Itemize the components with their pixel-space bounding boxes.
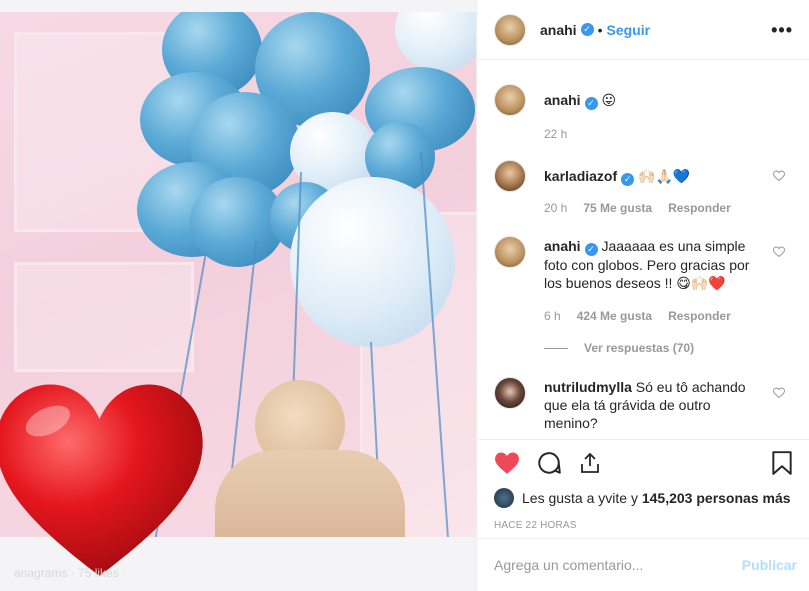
action-icons	[494, 448, 793, 478]
author-username[interactable]: anahi	[540, 22, 577, 38]
publish-button[interactable]: Publicar	[742, 557, 797, 573]
post-actions: Les gusta a yvite y 145,203 personas más…	[478, 439, 809, 531]
verified-badge-icon: ✓	[580, 23, 594, 36]
comment-like-icon[interactable]	[772, 170, 786, 185]
comment-like-icon[interactable]	[772, 246, 786, 261]
reply-button[interactable]: Responder	[668, 307, 731, 325]
author-avatar[interactable]	[494, 13, 526, 46]
replies-line	[544, 347, 568, 349]
comment-item: karladiazof ✓ 🙌🏻🙏🏻💙 20 h 75 Me gusta Resp…	[494, 160, 793, 217]
commenter-avatar[interactable]	[494, 377, 526, 409]
child-figure	[215, 380, 425, 537]
view-replies-label[interactable]: Ver respuestas (70)	[584, 341, 694, 355]
share-icon[interactable]	[578, 451, 602, 475]
liker-username[interactable]: yvite	[598, 490, 627, 506]
door-panel-bottom	[14, 262, 194, 372]
follow-button[interactable]: Seguir	[606, 22, 650, 38]
verified-badge-icon: ✓	[584, 243, 598, 256]
caption-time[interactable]: 22 h	[544, 125, 567, 143]
child-body	[215, 450, 405, 537]
author-avatar[interactable]	[494, 84, 526, 116]
comment-item: anahi ✓ Jaaaaaa es una simple foto con gl…	[494, 236, 793, 325]
verified-badge-icon: ✓	[621, 173, 635, 186]
likes-summary[interactable]: Les gusta a yvite y 145,203 personas más	[494, 488, 793, 508]
comment-time[interactable]: 6 h	[544, 307, 561, 325]
comment-likes[interactable]: 424 Me gusta	[577, 307, 652, 325]
photo-overlay-text: anagrams · 75 likes ·	[14, 566, 127, 580]
heart-filled-icon[interactable]	[494, 451, 520, 475]
comment-item: nutriludmylla Só eu tô achando que ela t…	[494, 377, 793, 432]
post-photo[interactable]: anagrams · 75 likes ·	[0, 0, 477, 591]
comment-username[interactable]: karladiazof	[544, 168, 617, 184]
likes-prefix: Les gusta a	[522, 490, 595, 506]
balloon	[395, 12, 476, 72]
post-timestamp[interactable]: HACE 22 HORAS	[494, 520, 793, 531]
likes-count[interactable]: 145,203 personas más	[642, 490, 791, 506]
post-header: anahi ✓ • Seguir •••	[478, 0, 809, 60]
liker-avatar[interactable]	[494, 488, 514, 508]
comment-time[interactable]: 20 h	[544, 199, 567, 217]
comment-icon[interactable]	[536, 450, 562, 476]
heart-sticker-icon	[0, 384, 203, 576]
likes-middle: y	[630, 490, 638, 506]
comment-like-icon[interactable]	[772, 387, 786, 402]
comments-list[interactable]: anahi ✓ 😛 22 h karladiazof ✓ 🙌🏻🙏🏻💙 20 h 75…	[478, 61, 809, 438]
reply-button[interactable]: Responder	[668, 199, 731, 217]
post-side-panel: anahi ✓ • Seguir ••• anahi ✓ 😛 22 h karla…	[478, 0, 809, 591]
more-options-icon[interactable]: •••	[771, 21, 793, 39]
comment-input[interactable]	[494, 557, 742, 573]
balloon	[290, 177, 455, 347]
comment-text: 🙌🏻🙏🏻💙	[638, 168, 691, 184]
post-caption: anahi ✓ 😛 22 h	[494, 84, 793, 143]
add-comment-bar: Publicar	[478, 538, 809, 591]
verified-badge-icon: ✓	[584, 97, 598, 110]
view-replies-button[interactable]: Ver respuestas (70)	[544, 341, 793, 355]
comment-username[interactable]: anahi	[544, 238, 581, 254]
commenter-avatar[interactable]	[494, 236, 526, 268]
bookmark-icon[interactable]	[771, 450, 793, 476]
separator-dot: •	[597, 21, 603, 38]
caption-username[interactable]: anahi	[544, 92, 581, 108]
commenter-avatar[interactable]	[494, 160, 526, 192]
comment-likes[interactable]: 75 Me gusta	[583, 199, 652, 217]
caption-text: 😛	[601, 92, 617, 108]
comment-username[interactable]: nutriludmylla	[544, 379, 632, 395]
